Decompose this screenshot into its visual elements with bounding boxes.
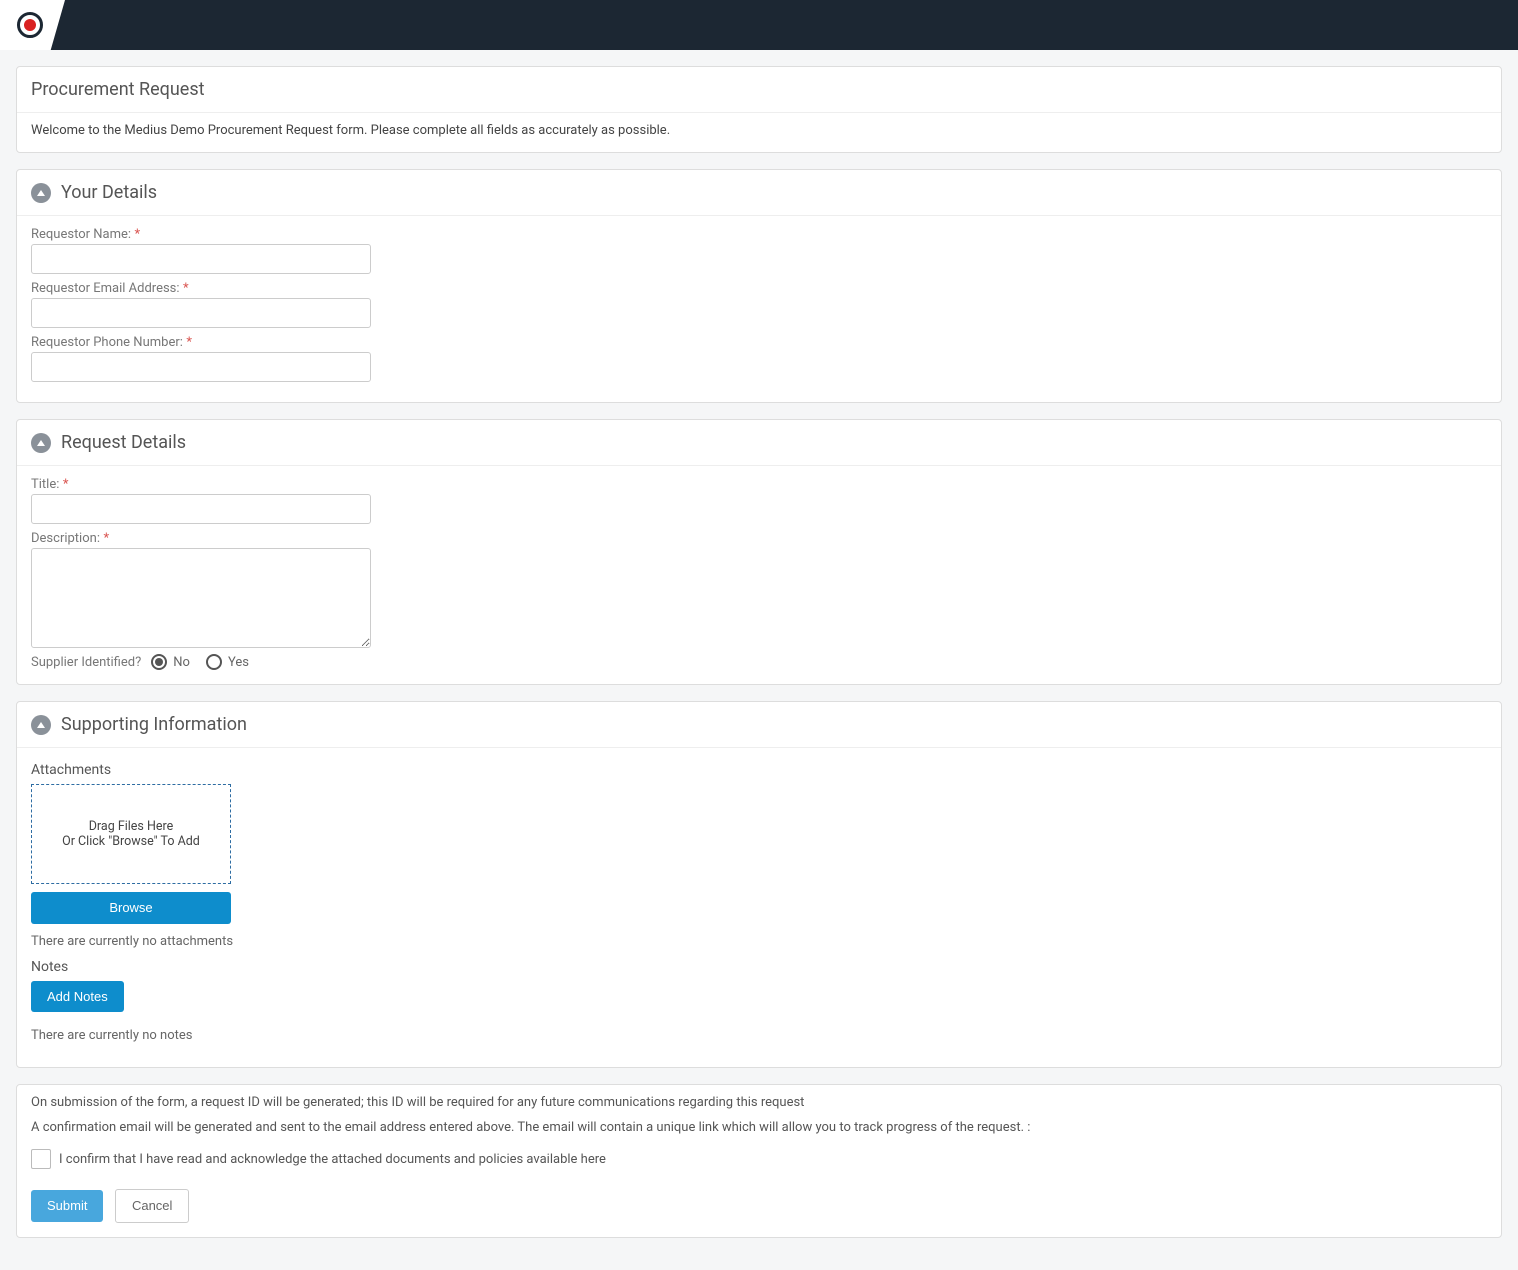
cancel-button[interactable]: Cancel bbox=[115, 1189, 189, 1223]
your-details-panel: Your Details Requestor Name: * Requestor… bbox=[16, 169, 1502, 403]
required-star-icon: * bbox=[63, 477, 69, 492]
logo-container bbox=[0, 0, 65, 50]
footer-line2: A confirmation email will be generated a… bbox=[31, 1120, 1487, 1135]
supporting-info-title: Supporting Information bbox=[61, 714, 247, 735]
supporting-info-panel: Supporting Information Attachments Drag … bbox=[16, 701, 1502, 1068]
footer-line1: On submission of the form, a request ID … bbox=[31, 1095, 1487, 1110]
confirm-label: I confirm that I have read and acknowled… bbox=[59, 1152, 606, 1167]
requestor-email-input[interactable] bbox=[31, 298, 371, 328]
attachments-label: Attachments bbox=[31, 762, 1487, 778]
supplier-yes-label: Yes bbox=[228, 655, 249, 670]
description-textarea[interactable] bbox=[31, 548, 371, 648]
required-star-icon: * bbox=[103, 531, 109, 546]
requestor-phone-input[interactable] bbox=[31, 352, 371, 382]
supplier-no-radio[interactable] bbox=[151, 654, 167, 670]
supplier-no-label: No bbox=[173, 655, 190, 670]
required-star-icon: * bbox=[135, 227, 141, 242]
browse-button[interactable]: Browse bbox=[31, 892, 231, 924]
add-notes-button[interactable]: Add Notes bbox=[31, 981, 124, 1013]
title-label: Title: bbox=[31, 477, 59, 492]
confirm-checkbox[interactable] bbox=[31, 1149, 51, 1169]
no-attachments-text: There are currently no attachments bbox=[31, 934, 1487, 949]
app-header bbox=[0, 0, 1518, 50]
request-details-panel: Request Details Title: * Description: * … bbox=[16, 419, 1502, 685]
requestor-phone-label: Requestor Phone Number: bbox=[31, 335, 183, 350]
supplier-identified-label: Supplier Identified? bbox=[31, 655, 141, 670]
requestor-email-label: Requestor Email Address: bbox=[31, 281, 180, 296]
submit-button[interactable]: Submit bbox=[31, 1190, 103, 1222]
footer-panel: On submission of the form, a request ID … bbox=[16, 1084, 1502, 1238]
collapse-toggle-icon[interactable] bbox=[31, 433, 51, 453]
your-details-title: Your Details bbox=[61, 182, 157, 203]
dropzone-line2: Or Click "Browse" To Add bbox=[62, 834, 200, 849]
required-star-icon: * bbox=[186, 335, 192, 350]
page-title: Procurement Request bbox=[31, 79, 205, 100]
description-label: Description: bbox=[31, 531, 100, 546]
collapse-toggle-icon[interactable] bbox=[31, 715, 51, 735]
intro-panel: Procurement Request Welcome to the Mediu… bbox=[16, 66, 1502, 153]
request-details-title: Request Details bbox=[61, 432, 186, 453]
intro-text: Welcome to the Medius Demo Procurement R… bbox=[17, 113, 1501, 152]
notes-label: Notes bbox=[31, 959, 1487, 975]
supplier-yes-radio[interactable] bbox=[206, 654, 222, 670]
requestor-name-input[interactable] bbox=[31, 244, 371, 274]
here-link[interactable]: here bbox=[581, 1152, 606, 1167]
dropzone-line1: Drag Files Here bbox=[89, 819, 174, 834]
attachments-dropzone[interactable]: Drag Files Here Or Click "Browse" To Add bbox=[31, 784, 231, 884]
logo-icon bbox=[17, 12, 43, 38]
required-star-icon: * bbox=[183, 281, 189, 296]
collapse-toggle-icon[interactable] bbox=[31, 183, 51, 203]
requestor-name-label: Requestor Name: bbox=[31, 227, 131, 242]
title-input[interactable] bbox=[31, 494, 371, 524]
no-notes-text: There are currently no notes bbox=[31, 1028, 1487, 1043]
